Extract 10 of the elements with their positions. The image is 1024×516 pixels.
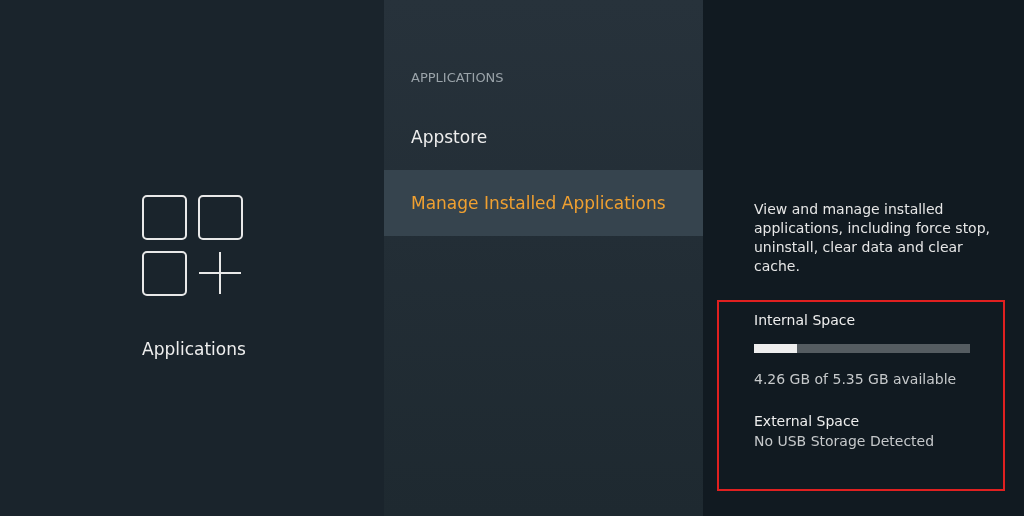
menu-item[interactable]: Appstore bbox=[384, 104, 703, 170]
apps-grid-icon bbox=[142, 195, 244, 297]
category-title: Applications bbox=[142, 339, 246, 359]
storage-title: External Space bbox=[754, 413, 861, 429]
section-heading: APPLICATIONS bbox=[410, 70, 505, 87]
storage-reading: No USB Storage Detected bbox=[754, 433, 936, 449]
storage-title: Internal Space bbox=[754, 312, 857, 328]
storage-reading: 4.26 GB of 5.35 GB available bbox=[754, 371, 958, 387]
menu-item[interactable]: Manage Installed Applications bbox=[384, 170, 703, 236]
description: View and manage installed applications, including force stop, uninstall, clear data and clear cache. bbox=[754, 200, 992, 276]
